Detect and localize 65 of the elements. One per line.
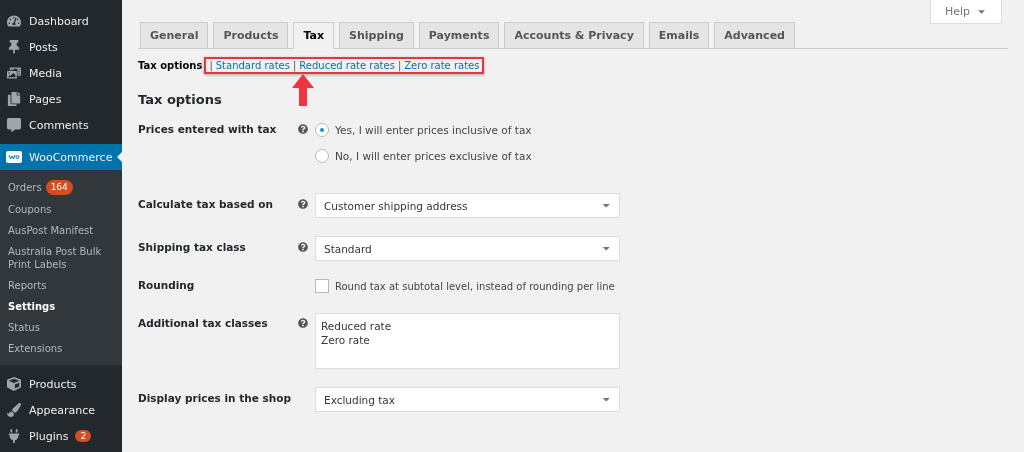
submenu-item[interactable]: Australia Post Bulk Print Labels bbox=[0, 241, 122, 275]
submenu-item[interactable]: Status bbox=[0, 317, 122, 338]
section-link[interactable]: Standard rates bbox=[215, 60, 290, 71]
select-field[interactable]: Customer shipping address bbox=[315, 193, 620, 218]
help-button[interactable]: Help bbox=[929, 0, 1002, 24]
field-label: Additional tax classes bbox=[138, 316, 269, 329]
cube-icon bbox=[6, 377, 22, 391]
section-link[interactable]: Zero rate rates bbox=[404, 60, 480, 71]
settings-tab[interactable]: Advanced bbox=[714, 22, 795, 49]
settings-tab[interactable]: Payments bbox=[418, 22, 500, 49]
field-label: Rounding bbox=[138, 279, 196, 291]
sidebar-item[interactable]: Comments bbox=[0, 112, 122, 138]
sidebar-item[interactable]: Plugins 2 bbox=[0, 423, 122, 449]
speech-bubble-icon bbox=[6, 118, 22, 132]
plug-icon bbox=[6, 429, 22, 443]
submenu-item[interactable]: AusPost Manifest bbox=[0, 220, 122, 241]
sidebar-item[interactable]: Pages bbox=[0, 86, 122, 112]
section-heading: Tax options bbox=[138, 92, 223, 107]
radio-button[interactable] bbox=[315, 123, 329, 137]
count-badge: 164 bbox=[45, 180, 73, 195]
help-icon[interactable] bbox=[298, 199, 308, 209]
separator: | bbox=[209, 60, 213, 71]
settings-tab[interactable]: Tax bbox=[293, 22, 335, 49]
count-badge: 2 bbox=[75, 430, 92, 442]
separator: | bbox=[292, 60, 297, 71]
radio-label: No, I will enter prices exclusive of tax bbox=[335, 150, 532, 162]
select-field[interactable]: Excluding tax bbox=[315, 387, 620, 412]
submenu-item[interactable]: Reports bbox=[0, 275, 122, 296]
settings-tab[interactable]: Products bbox=[213, 22, 289, 49]
field-label: Calculate tax based on bbox=[138, 197, 274, 210]
woo-logo-icon bbox=[6, 151, 22, 163]
section-link[interactable]: Reduced rate rates bbox=[299, 60, 395, 71]
checkbox[interactable] bbox=[315, 279, 329, 293]
sidebar-item[interactable]: Products bbox=[0, 371, 122, 397]
sidebar-item[interactable]: Appearance bbox=[0, 397, 122, 423]
field-label: Shipping tax class bbox=[138, 240, 247, 253]
settings-tab[interactable]: Emails bbox=[648, 22, 710, 49]
pushpin-icon bbox=[6, 40, 22, 54]
settings-tab[interactable]: Accounts & Privacy bbox=[504, 22, 644, 49]
help-icon[interactable] bbox=[298, 318, 308, 328]
sidebar-item[interactable]: Media bbox=[0, 60, 122, 86]
radio-button[interactable] bbox=[315, 149, 329, 163]
field-label: Prices entered with tax bbox=[138, 123, 278, 135]
submenu-item[interactable]: Coupons bbox=[0, 199, 122, 220]
settings-tab[interactable]: General bbox=[140, 22, 209, 49]
radio-label: Yes, I will enter prices inclusive of tax bbox=[335, 124, 532, 136]
separator: | bbox=[397, 60, 402, 71]
checkbox-label: Round tax at subtotal level, instead of rounding per line bbox=[335, 280, 615, 292]
help-icon[interactable] bbox=[298, 242, 308, 252]
sidebar-item[interactable]: Posts bbox=[0, 34, 122, 60]
pages-icon bbox=[6, 92, 22, 106]
settings-tab[interactable]: Shipping bbox=[339, 22, 414, 49]
textarea-field[interactable]: Reduced rate Zero rate bbox=[315, 313, 620, 369]
sidebar-item[interactable]: WooCommerce bbox=[0, 144, 122, 170]
media-icon bbox=[6, 66, 22, 80]
current-section: Tax options bbox=[138, 60, 203, 71]
submenu-item[interactable]: Orders 164 bbox=[0, 176, 122, 199]
submenu-item[interactable]: Settings bbox=[0, 296, 122, 317]
submenu-item[interactable]: Extensions bbox=[0, 338, 122, 359]
help-icon[interactable] bbox=[298, 124, 308, 134]
dashboard-icon bbox=[6, 14, 22, 28]
select-field[interactable]: Standard bbox=[315, 236, 620, 261]
sidebar-item[interactable]: Dashboard bbox=[0, 8, 122, 34]
field-label: Display prices in the shop bbox=[138, 391, 292, 404]
paintbrush-icon bbox=[6, 403, 22, 417]
